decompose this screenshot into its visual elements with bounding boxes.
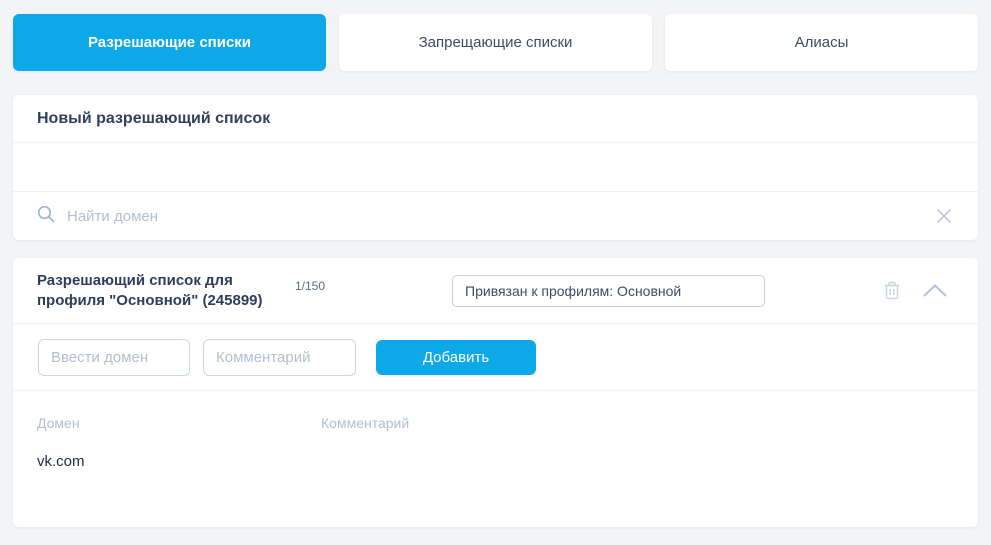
- table-row: vk.com: [37, 453, 954, 470]
- comment-cell: [321, 453, 954, 470]
- domain-input[interactable]: [38, 339, 190, 376]
- search-input[interactable]: [67, 208, 934, 225]
- page: Разрешающие списки Запрещающие списки Ал…: [0, 0, 991, 545]
- linked-profiles-badge[interactable]: Привязан к профилям: Основной: [452, 275, 765, 307]
- comment-input[interactable]: [203, 339, 356, 376]
- new-list-empty-area: [13, 143, 978, 192]
- trash-icon: [882, 289, 902, 304]
- tab-bar: Разрешающие списки Запрещающие списки Ал…: [13, 14, 978, 71]
- search-icon: [37, 205, 55, 228]
- add-domain-button[interactable]: Добавить: [376, 340, 536, 375]
- domain-cell: vk.com: [37, 453, 321, 470]
- new-list-title: Новый разрешающий список: [13, 95, 978, 143]
- column-header-domain: Домен: [37, 415, 321, 431]
- close-icon: [934, 214, 954, 229]
- column-header-comment: Комментарий: [321, 415, 954, 431]
- tab-aliases[interactable]: Алиасы: [665, 14, 978, 71]
- allow-list-panel: Разрешающий список для профиля "Основной…: [13, 258, 978, 527]
- chevron-up-icon: [922, 286, 948, 301]
- new-list-panel: Новый разрешающий список: [13, 95, 978, 240]
- add-domain-form: Добавить: [13, 324, 978, 391]
- domain-search-bar: [13, 192, 978, 240]
- collapse-list-button[interactable]: [922, 283, 948, 298]
- tab-deny-lists[interactable]: Запрещающие списки: [339, 14, 652, 71]
- table-header-row: Домен Комментарий: [37, 415, 954, 431]
- allow-list-title: Разрешающий список для профиля "Основной…: [37, 271, 277, 311]
- domain-counter: 1/150: [295, 279, 325, 293]
- delete-list-button[interactable]: [882, 280, 902, 301]
- clear-search-button[interactable]: [934, 206, 954, 226]
- tab-allow-lists[interactable]: Разрешающие списки: [13, 14, 326, 71]
- domain-table: Домен Комментарий vk.com: [13, 391, 978, 470]
- allow-list-header: Разрешающий список для профиля "Основной…: [13, 258, 978, 324]
- list-actions: [882, 280, 948, 301]
